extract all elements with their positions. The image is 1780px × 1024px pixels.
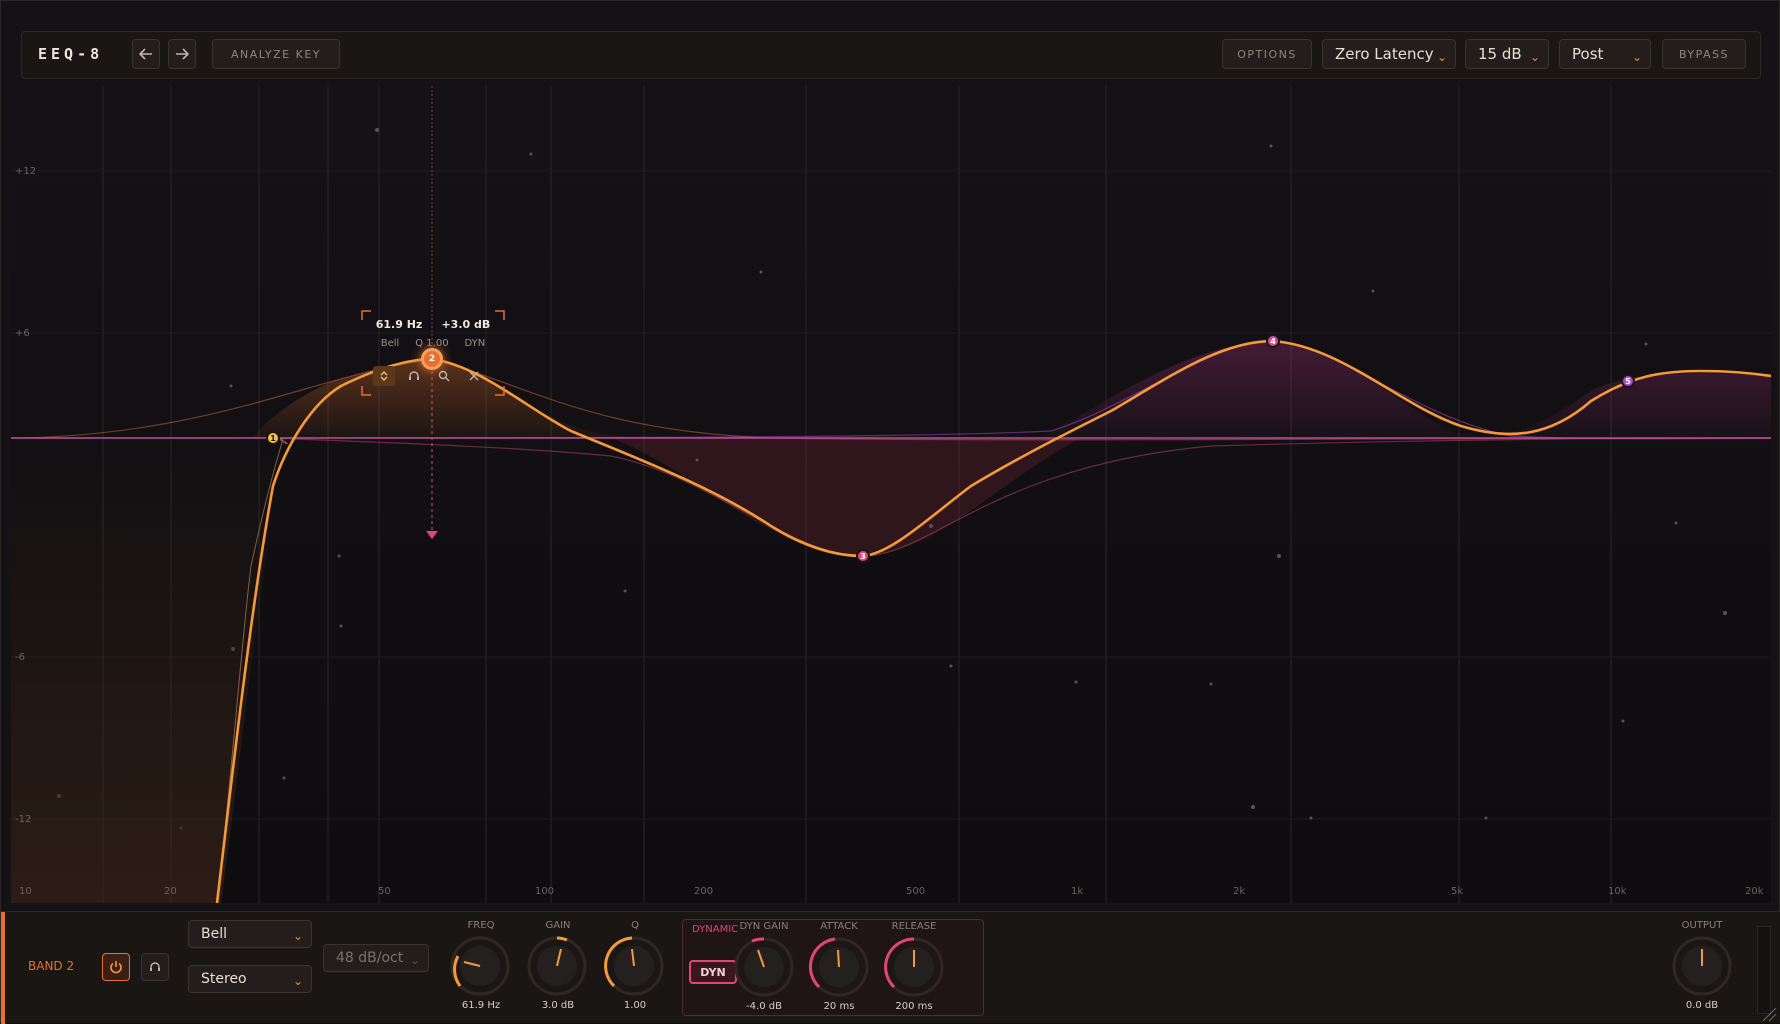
popup-q: Q 1.00 bbox=[415, 338, 449, 349]
band-label: BAND 2 bbox=[28, 959, 75, 973]
popup-freq: 61.9 Hz bbox=[375, 318, 423, 331]
eq-graph[interactable]: +12 +6 -6 -12 10 20 50 100 200 500 1k 2k… bbox=[11, 86, 1771, 903]
freq-label: 2k bbox=[1233, 886, 1246, 897]
gain-knob-label: GAIN bbox=[545, 920, 571, 931]
q-knob[interactable] bbox=[602, 934, 666, 998]
chevron-down-icon: ⌄ bbox=[1529, 50, 1540, 64]
band-power-button[interactable] bbox=[102, 953, 130, 981]
popup-solo-toggle[interactable] bbox=[373, 366, 395, 386]
freq-label: 20k bbox=[1745, 886, 1764, 897]
dynamic-section: DYNAMIC DYN DYN GAIN -4.0 dB ATTACK 20 m… bbox=[682, 919, 984, 1016]
popup-listen-button[interactable] bbox=[403, 366, 425, 386]
freq-label: 100 bbox=[535, 886, 555, 897]
attack-knob-label: ATTACK bbox=[820, 921, 858, 932]
close-icon bbox=[469, 371, 479, 381]
chevron-down-icon: ⌄ bbox=[409, 953, 420, 967]
freq-knob-label: FREQ bbox=[467, 920, 495, 931]
band-controls-panel: BAND 2 Bell ⌄ Stereo ⌄ 48 dB/oct ⌄ FREQ … bbox=[1, 911, 1780, 1024]
popup-zoom-button[interactable] bbox=[433, 366, 455, 386]
options-button[interactable]: OPTIONS bbox=[1222, 39, 1312, 69]
band-solo-button[interactable] bbox=[141, 953, 169, 981]
dyn-gain-knob-value: -4.0 dB bbox=[746, 1001, 782, 1012]
power-icon bbox=[110, 961, 122, 974]
db-label: +6 bbox=[15, 328, 30, 339]
freq-label: 200 bbox=[694, 886, 714, 897]
gain-knob[interactable] bbox=[525, 934, 589, 998]
latency-value: Zero Latency bbox=[1335, 45, 1434, 63]
band-node-5[interactable]: 5 bbox=[1621, 374, 1635, 388]
analyze-key-button[interactable]: ANALYZE KEY bbox=[212, 39, 340, 69]
band-node-label: 3 bbox=[860, 551, 866, 561]
attack-knob[interactable] bbox=[807, 935, 871, 999]
range-dropdown[interactable]: 15 dB ⌄ bbox=[1465, 39, 1549, 69]
freq-label: 50 bbox=[378, 886, 391, 897]
latency-dropdown[interactable]: Zero Latency ⌄ bbox=[1322, 39, 1456, 69]
dyn-gain-knob-label: DYN GAIN bbox=[739, 921, 789, 932]
band-node-label: 5 bbox=[1625, 376, 1631, 386]
release-knob-label: RELEASE bbox=[891, 921, 937, 932]
freq-label: 1k bbox=[1071, 886, 1084, 897]
slope-dropdown[interactable]: 48 dB/oct ⌄ bbox=[323, 944, 429, 972]
freq-knob[interactable] bbox=[448, 934, 512, 998]
channel-value: Stereo bbox=[201, 971, 247, 987]
db-label: -6 bbox=[15, 652, 25, 663]
arrow-right-icon bbox=[176, 48, 189, 60]
filter-type-value: Bell bbox=[201, 926, 227, 942]
channel-dropdown[interactable]: Stereo ⌄ bbox=[188, 965, 312, 993]
search-icon bbox=[438, 370, 450, 382]
popup-gain: +3.0 dB bbox=[441, 318, 491, 331]
db-label: +12 bbox=[15, 166, 37, 177]
output-knob[interactable] bbox=[1670, 934, 1734, 998]
eq-curve-display[interactable] bbox=[11, 86, 1771, 903]
release-knob-value: 200 ms bbox=[895, 1001, 933, 1012]
headphones-icon bbox=[150, 962, 160, 971]
bypass-button[interactable]: BYPASS bbox=[1662, 39, 1746, 69]
band-node-label: 4 bbox=[1270, 336, 1276, 346]
popup-dyn: DYN bbox=[464, 338, 486, 349]
popup-type: Bell bbox=[380, 338, 400, 349]
analyzer-dropdown[interactable]: Post ⌄ bbox=[1559, 39, 1651, 69]
dyn-toggle-button[interactable]: DYN bbox=[689, 960, 737, 984]
top-toolbar: EEQ-8 ANALYZE KEY OPTIONS Zero Latency ⌄… bbox=[21, 31, 1761, 79]
undo-button[interactable] bbox=[132, 39, 160, 69]
analyzer-value: Post bbox=[1572, 45, 1604, 63]
gain-knob-value: 3.0 dB bbox=[541, 1000, 575, 1011]
filter-type-dropdown[interactable]: Bell ⌄ bbox=[188, 920, 312, 948]
freq-label: 20 bbox=[164, 886, 177, 897]
release-knob[interactable] bbox=[882, 935, 946, 999]
freq-knob-value: 61.9 Hz bbox=[461, 1000, 501, 1011]
arrow-left-icon bbox=[139, 48, 152, 60]
updown-icon bbox=[380, 371, 388, 381]
freq-label: 5k bbox=[1451, 886, 1464, 897]
band-popup: 61.9 Hz +3.0 dB Bell Q 1.00 DYN bbox=[361, 310, 505, 396]
band-node-4[interactable]: 4 bbox=[1266, 334, 1280, 348]
resize-handle-icon[interactable] bbox=[1759, 1004, 1777, 1022]
attack-knob-value: 20 ms bbox=[823, 1001, 855, 1012]
popup-delete-button[interactable] bbox=[463, 366, 485, 386]
output-knob-value: 0.0 dB bbox=[1685, 1000, 1719, 1011]
range-value: 15 dB bbox=[1478, 45, 1522, 63]
dyn-gain-knob[interactable] bbox=[732, 935, 796, 999]
chevron-down-icon: ⌄ bbox=[1436, 50, 1447, 64]
freq-label: 10 bbox=[19, 886, 32, 897]
output-meter bbox=[1757, 926, 1771, 1014]
chevron-down-icon: ⌄ bbox=[1631, 50, 1642, 64]
q-knob-value: 1.00 bbox=[623, 1000, 647, 1011]
redo-button[interactable] bbox=[168, 39, 196, 69]
band-node-1[interactable]: 1 bbox=[266, 431, 280, 445]
freq-label: 500 bbox=[906, 886, 926, 897]
plugin-window: EEQ-8 ANALYZE KEY OPTIONS Zero Latency ⌄… bbox=[0, 0, 1780, 1024]
band-node-3[interactable]: 3 bbox=[856, 549, 870, 563]
db-label: -12 bbox=[15, 814, 32, 825]
band-node-label: 1 bbox=[270, 433, 276, 443]
q-knob-label: Q bbox=[631, 920, 639, 931]
chevron-down-icon: ⌄ bbox=[292, 974, 303, 988]
chevron-down-icon: ⌄ bbox=[292, 929, 303, 943]
logo: EEQ-8 bbox=[38, 45, 104, 63]
slope-value: 48 dB/oct bbox=[336, 950, 404, 966]
headphones-icon bbox=[409, 371, 419, 380]
selected-band-accent bbox=[1, 912, 5, 1024]
freq-label: 10k bbox=[1608, 886, 1627, 897]
output-knob-label: OUTPUT bbox=[1681, 920, 1723, 931]
